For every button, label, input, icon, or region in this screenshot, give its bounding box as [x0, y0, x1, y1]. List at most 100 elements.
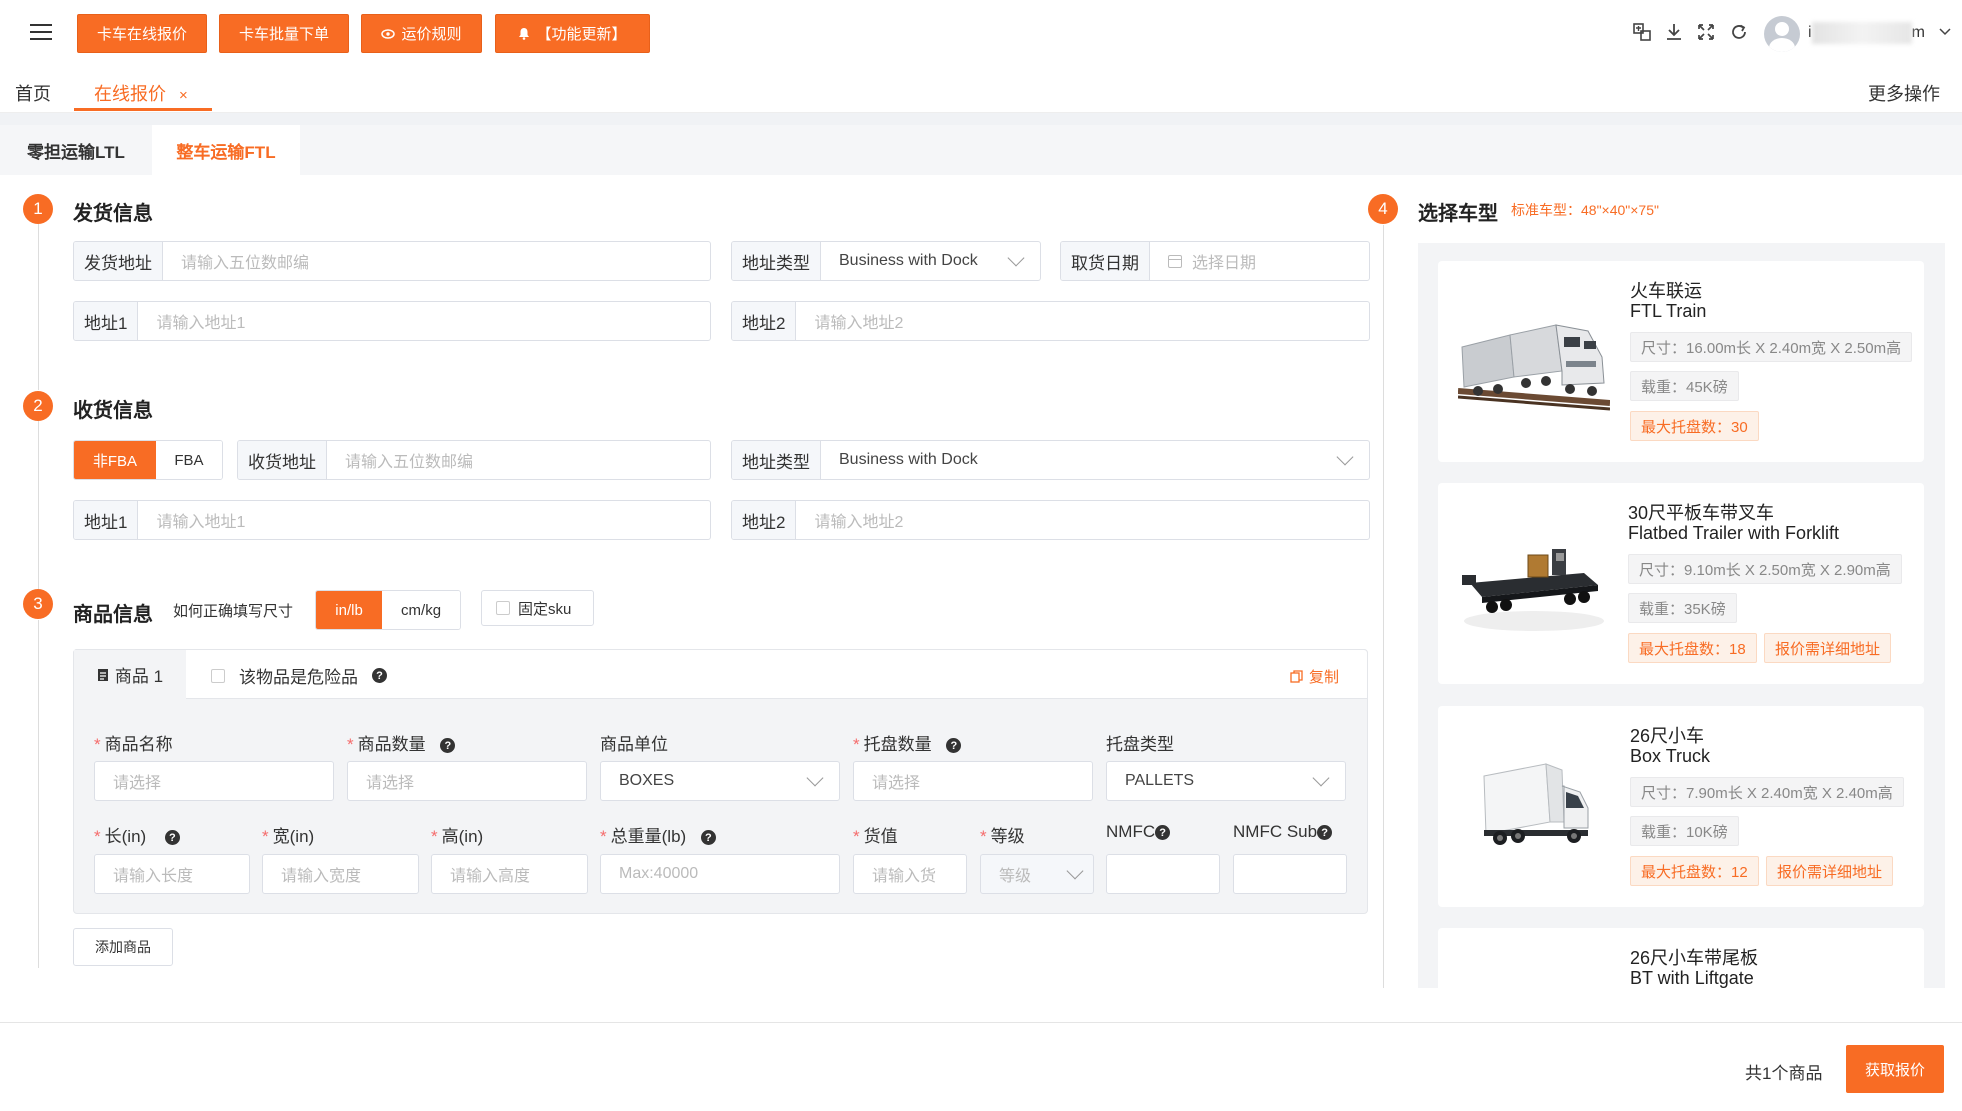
checkbox[interactable]	[496, 601, 510, 615]
pickup-date-field[interactable]: 取货日期 选择日期	[1060, 241, 1370, 281]
username[interactable]: im	[1808, 22, 1925, 46]
translate-icon[interactable]	[1630, 20, 1654, 44]
timeline-line	[1383, 225, 1384, 988]
vehicle-cn-name: 26尺小车	[1630, 726, 1705, 746]
truck-batch-order-button[interactable]: 卡车批量下单	[219, 14, 349, 53]
nmfc-sub-label: NMFC Sub?	[1233, 822, 1333, 842]
rate-rules-button[interactable]: 运价规则	[361, 14, 482, 53]
train-image	[1458, 324, 1610, 411]
tab-online-quote[interactable]: 在线报价 ×	[94, 80, 188, 106]
fba-toggle[interactable]: 非FBA FBA	[73, 440, 223, 480]
mode-tabs: 零担运输LTL 整车运输FTL	[0, 125, 1962, 175]
vehicle-note-tag: 报价需详细地址	[1766, 856, 1894, 886]
origin-address1-field[interactable]: 地址1 请输入地址1	[73, 301, 711, 341]
cargo-value-label: * 货值	[853, 827, 898, 846]
freight-class-select[interactable]: 等级	[980, 854, 1094, 894]
tab-ftl[interactable]: 整车运输FTL	[152, 125, 300, 175]
unit-imperial-option[interactable]: in/lb	[316, 591, 383, 629]
origin-zip-field[interactable]: 发货地址 请输入五位数邮编	[73, 241, 711, 281]
help-icon[interactable]: ?	[946, 738, 962, 754]
origin-address2-field[interactable]: 地址2 请输入地址2	[731, 301, 1370, 341]
copy-button[interactable]: 复制	[1290, 666, 1339, 687]
width-label: * 宽(in)	[262, 827, 315, 846]
feature-update-button[interactable]: 【功能更新】	[495, 14, 650, 53]
item-unit-label: 商品单位	[600, 735, 668, 754]
cargo-value-input[interactable]: 请输入货	[853, 854, 967, 894]
length-label: * 长(in) ?	[94, 822, 180, 847]
vehicle-cn-name: 30尺平板车带叉车	[1628, 503, 1775, 523]
width-input[interactable]: 请输入宽度	[262, 854, 419, 894]
download-icon[interactable]	[1662, 20, 1686, 44]
tab-nav: 首页 在线报价 × 更多操作	[0, 68, 1962, 122]
help-icon[interactable]: ?	[1317, 825, 1333, 841]
step-2-badge: 2	[23, 391, 53, 421]
non-fba-option[interactable]: 非FBA	[74, 441, 156, 479]
nmfc-label: NMFC?	[1106, 822, 1171, 842]
close-icon[interactable]: ×	[179, 87, 188, 104]
menu-icon[interactable]	[30, 24, 52, 42]
origin-address-type-select[interactable]: 地址类型 Business with Dock	[731, 241, 1041, 281]
fullscreen-icon[interactable]	[1694, 20, 1718, 44]
dest-address-type-select[interactable]: 地址类型 Business with Dock	[731, 440, 1370, 480]
pallet-type-label: 托盘类型	[1106, 735, 1174, 754]
vehicle-load-tag: 载重：10K磅	[1630, 816, 1739, 846]
dest-zip-field[interactable]: 收货地址 请输入五位数邮编	[237, 440, 711, 480]
nmfc-input[interactable]	[1106, 854, 1220, 894]
calendar-icon	[1168, 254, 1182, 268]
tab-home[interactable]: 首页	[15, 80, 51, 106]
pallet-qty-input[interactable]: 请选择	[853, 761, 1093, 801]
vehicle-card-flatbed[interactable]: 30尺平板车带叉车 Flatbed Trailer with Forklift …	[1438, 483, 1924, 684]
dangerous-goods-checkbox[interactable]: 该物品是危险品 ?	[211, 663, 387, 688]
avatar[interactable]	[1764, 16, 1800, 52]
help-icon[interactable]: ?	[164, 830, 180, 846]
vehicle-size-tag: 尺寸：7.90m长 X 2.40m宽 X 2.40m高	[1630, 777, 1904, 807]
top-bar: 卡车在线报价 卡车批量下单 运价规则 【功能更新】 im	[0, 0, 1962, 68]
document-icon	[97, 668, 108, 681]
refresh-icon[interactable]	[1727, 20, 1751, 44]
get-quote-button[interactable]: 获取报价	[1846, 1045, 1944, 1093]
user-menu-chevron-icon[interactable]	[1936, 20, 1954, 44]
product-tab-1[interactable]: 商品 1	[74, 650, 186, 699]
fba-option[interactable]: FBA	[155, 441, 222, 479]
vehicle-card-box-truck[interactable]: 26尺小车 Box Truck 尺寸：7.90m长 X 2.40m宽 X 2.4…	[1438, 706, 1924, 907]
item-qty-input[interactable]: 请选择	[347, 761, 587, 801]
checkbox[interactable]	[211, 668, 225, 683]
item-count: 共1个商品	[1745, 1064, 1823, 1083]
vehicle-pallets-tag: 最大托盘数：18	[1628, 633, 1757, 663]
nmfc-sub-input[interactable]	[1233, 854, 1347, 894]
unit-metric-option[interactable]: cm/kg	[382, 591, 460, 629]
chevron-down-icon	[1066, 862, 1084, 880]
vehicle-en-name: BT with Liftgate	[1630, 968, 1754, 988]
vehicle-load-tag: 载重：45K磅	[1630, 371, 1739, 401]
item-name-select[interactable]: 请选择	[94, 761, 334, 801]
step-4-badge: 4	[1368, 194, 1398, 224]
vehicle-card-liftgate[interactable]: 26尺小车带尾板 BT with Liftgate	[1438, 928, 1924, 988]
add-item-button[interactable]: 添加商品	[73, 928, 173, 966]
item-unit-select[interactable]: BOXES	[600, 761, 840, 801]
dest-address2-field[interactable]: 地址2 请输入地址2	[731, 500, 1370, 540]
tab-ltl[interactable]: 零担运输LTL	[0, 125, 152, 175]
help-icon[interactable]: ?	[372, 668, 387, 683]
size-help-link[interactable]: 如何正确填写尺寸	[173, 600, 293, 621]
help-icon[interactable]: ?	[1155, 825, 1171, 841]
vehicle-pallets-tag: 最大托盘数：30	[1630, 411, 1759, 441]
height-input[interactable]: 请输入高度	[431, 854, 588, 894]
freight-class-label: * 等级	[980, 827, 1025, 846]
length-input[interactable]: 请输入长度	[94, 854, 250, 894]
total-weight-input[interactable]: Max:40000	[600, 854, 840, 894]
box-truck-image	[1483, 763, 1589, 845]
fixed-sku-checkbox[interactable]: 固定sku	[481, 590, 594, 626]
pallet-type-select[interactable]: PALLETS	[1106, 761, 1346, 801]
help-icon[interactable]: ?	[440, 738, 456, 754]
vehicle-load-tag: 载重：35K磅	[1628, 593, 1737, 623]
vehicle-pallets-tag: 最大托盘数：12	[1630, 856, 1759, 886]
help-icon[interactable]: ?	[700, 830, 716, 846]
vehicle-note-tag: 报价需详细地址	[1764, 633, 1892, 663]
chevron-down-icon	[1007, 249, 1025, 267]
timeline-line	[38, 224, 39, 390]
vehicle-card-train[interactable]: 火车联运 FTL Train 尺寸：16.00m长 X 2.40m宽 X 2.5…	[1438, 261, 1924, 462]
step-3-badge: 3	[23, 589, 53, 619]
truck-quote-button[interactable]: 卡车在线报价	[77, 14, 207, 53]
unit-toggle[interactable]: in/lb cm/kg	[315, 590, 461, 630]
dest-address1-field[interactable]: 地址1 请输入地址1	[73, 500, 711, 540]
